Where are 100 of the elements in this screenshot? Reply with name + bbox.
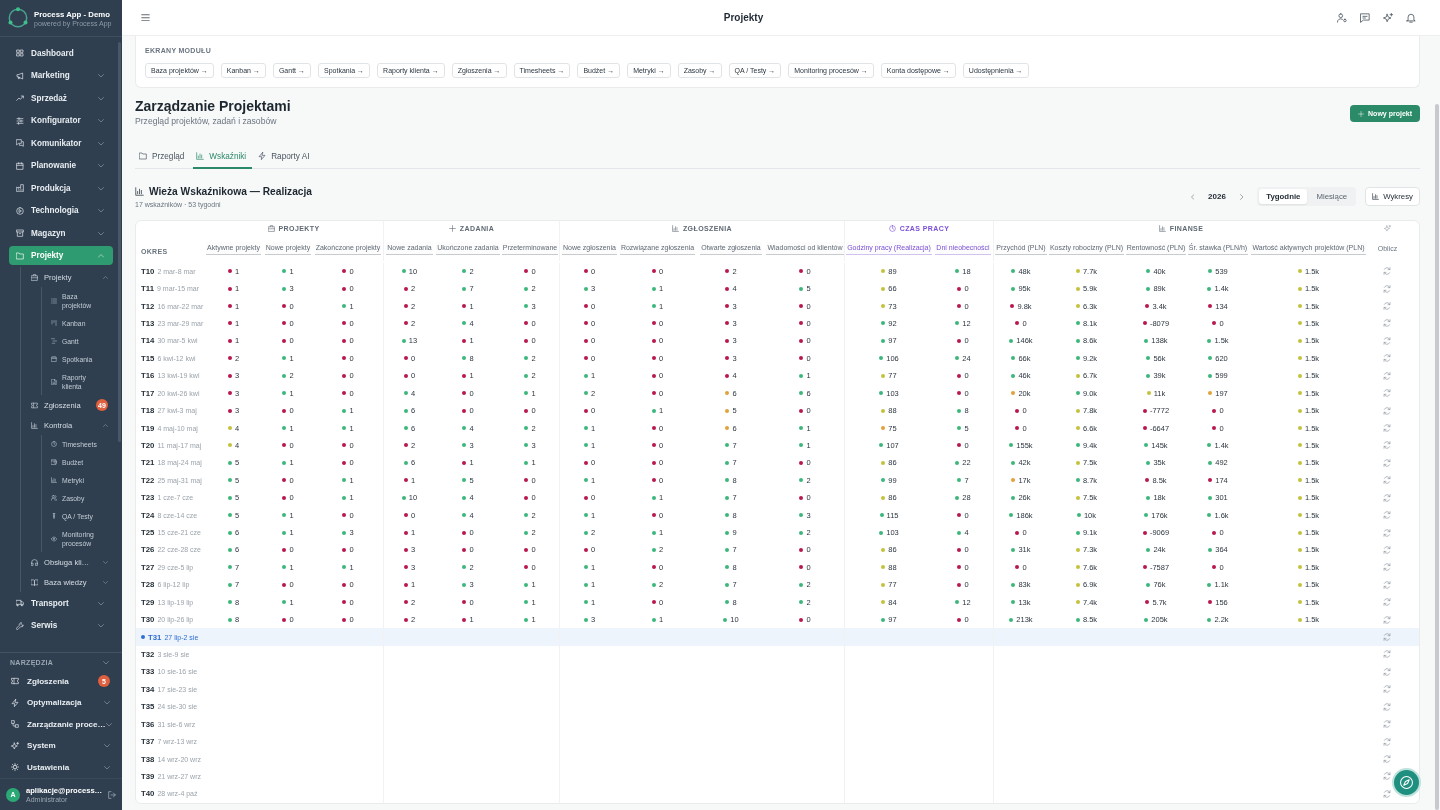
current-week-dot-icon <box>141 635 145 640</box>
nav-item[interactable]: Zarządzanie proce… <box>0 713 122 735</box>
message-icon[interactable] <box>1360 12 1370 23</box>
refresh-icon[interactable] <box>1383 458 1391 467</box>
trend-up-icon <box>16 94 24 103</box>
scrollbar-thumb[interactable] <box>1435 104 1439 810</box>
megaphone-icon <box>16 71 24 80</box>
refresh-icon[interactable] <box>1383 493 1391 502</box>
plus-icon <box>448 225 456 232</box>
refresh-icon[interactable] <box>1383 789 1391 798</box>
ticket-icon <box>11 677 19 686</box>
refresh-icon[interactable] <box>1383 545 1391 554</box>
chevron-left-icon[interactable] <box>1190 193 1195 200</box>
nav-item[interactable]: System <box>0 735 122 757</box>
logo-icon <box>7 7 29 29</box>
refresh-icon[interactable] <box>1383 389 1391 398</box>
page-title: Projekty <box>722 12 765 23</box>
workflow-icon <box>11 720 19 729</box>
folder-icon <box>139 152 147 160</box>
nav-item[interactable]: Planowanie <box>9 156 113 176</box>
user-gear-icon[interactable] <box>1337 12 1347 23</box>
nav-item[interactable]: Ustawienia <box>0 756 122 778</box>
nav-item[interactable]: Dashboard <box>9 43 113 63</box>
refresh-icon[interactable] <box>1383 598 1391 607</box>
refresh-icon[interactable] <box>1383 476 1391 485</box>
refresh-icon[interactable] <box>1383 563 1391 572</box>
nav-item[interactable]: Transport <box>9 593 113 613</box>
nav-item[interactable]: Komunikator <box>9 133 113 153</box>
scrollbar-thumb[interactable] <box>118 42 121 442</box>
briefcase-icon <box>31 273 38 281</box>
tab[interactable]: Raporty AI <box>255 145 316 169</box>
refresh-icon[interactable] <box>1383 441 1391 450</box>
refresh-icon[interactable] <box>1383 685 1391 694</box>
refresh-icon[interactable] <box>1383 406 1391 415</box>
sparkle-icon <box>1383 225 1391 232</box>
nav-item[interactable]: Magazyn <box>9 223 113 243</box>
bell-icon[interactable] <box>1406 12 1416 23</box>
chevron-down-icon[interactable] <box>103 660 109 665</box>
menu-icon[interactable] <box>141 13 150 22</box>
grid-icon <box>16 49 24 58</box>
refresh-icon[interactable] <box>1383 267 1391 276</box>
lightning-icon <box>11 698 19 707</box>
briefcase-icon <box>267 225 275 232</box>
bar-chart-icon <box>31 421 38 429</box>
logout-icon[interactable] <box>108 790 116 799</box>
refresh-icon[interactable] <box>1383 371 1391 380</box>
nav-item[interactable]: Optymalizacja <box>0 692 122 714</box>
refresh-icon[interactable] <box>1383 319 1391 328</box>
list-icon <box>51 297 57 304</box>
nav-item[interactable]: Produkcja <box>9 178 113 198</box>
bar-chart-icon <box>135 186 144 196</box>
refresh-icon[interactable] <box>1383 650 1391 659</box>
nav-item[interactable]: Serwis <box>9 616 113 636</box>
eye-icon <box>51 535 57 542</box>
nav-item[interactable]: Sprzedaż <box>9 88 113 108</box>
refresh-icon[interactable] <box>1383 284 1391 293</box>
tab[interactable]: Przegląd <box>136 145 191 169</box>
bar-chart-icon <box>51 477 57 483</box>
bar-chart-icon <box>671 225 679 232</box>
test-tube-icon <box>51 513 57 519</box>
page-heading: Zarządzanie Projektami <box>135 98 291 114</box>
bar-chart-icon <box>1158 225 1166 232</box>
refresh-icon[interactable] <box>1383 633 1391 642</box>
refresh-icon[interactable] <box>1383 302 1391 311</box>
refresh-icon[interactable] <box>1383 720 1391 729</box>
sparkle-icon[interactable] <box>1383 12 1393 23</box>
clock-icon <box>51 441 57 447</box>
sliders-icon <box>16 116 24 125</box>
refresh-icon[interactable] <box>1383 667 1391 676</box>
refresh-icon[interactable] <box>1383 772 1391 781</box>
kanban-icon <box>51 320 57 326</box>
gear-icon <box>11 763 19 772</box>
refresh-icon[interactable] <box>1383 424 1391 432</box>
bar-chart-icon <box>196 152 205 160</box>
wallet-icon <box>51 459 57 465</box>
refresh-icon[interactable] <box>1383 615 1391 624</box>
plus-icon <box>1358 110 1365 117</box>
tab[interactable]: Wskaźniki <box>193 145 253 169</box>
refresh-icon[interactable] <box>1383 511 1391 520</box>
refresh-icon[interactable] <box>1383 336 1391 345</box>
gantt-icon <box>51 338 57 344</box>
sparkle-icon <box>11 741 19 750</box>
nav-item[interactable]: Technologia <box>9 201 113 221</box>
refresh-icon[interactable] <box>1383 528 1391 537</box>
wrench-icon <box>16 621 24 630</box>
bar-chart-icon <box>1372 193 1380 200</box>
nav-item[interactable]: Konfigurator <box>9 111 113 131</box>
nav-item[interactable]: Marketing <box>9 66 113 86</box>
factory-icon <box>16 184 24 193</box>
refresh-icon[interactable] <box>1383 354 1391 363</box>
play-circle-icon <box>16 206 24 215</box>
clock-icon <box>888 225 896 232</box>
refresh-icon[interactable] <box>1383 702 1391 711</box>
chevron-right-icon[interactable] <box>1239 193 1244 200</box>
refresh-icon[interactable] <box>1383 737 1391 746</box>
section-title: Wieża Wskaźnikowa — Realizacja <box>149 185 312 197</box>
compass-icon <box>1400 776 1413 789</box>
refresh-icon[interactable] <box>1383 755 1391 763</box>
refresh-icon[interactable] <box>1383 580 1391 589</box>
truck-icon <box>16 599 24 608</box>
